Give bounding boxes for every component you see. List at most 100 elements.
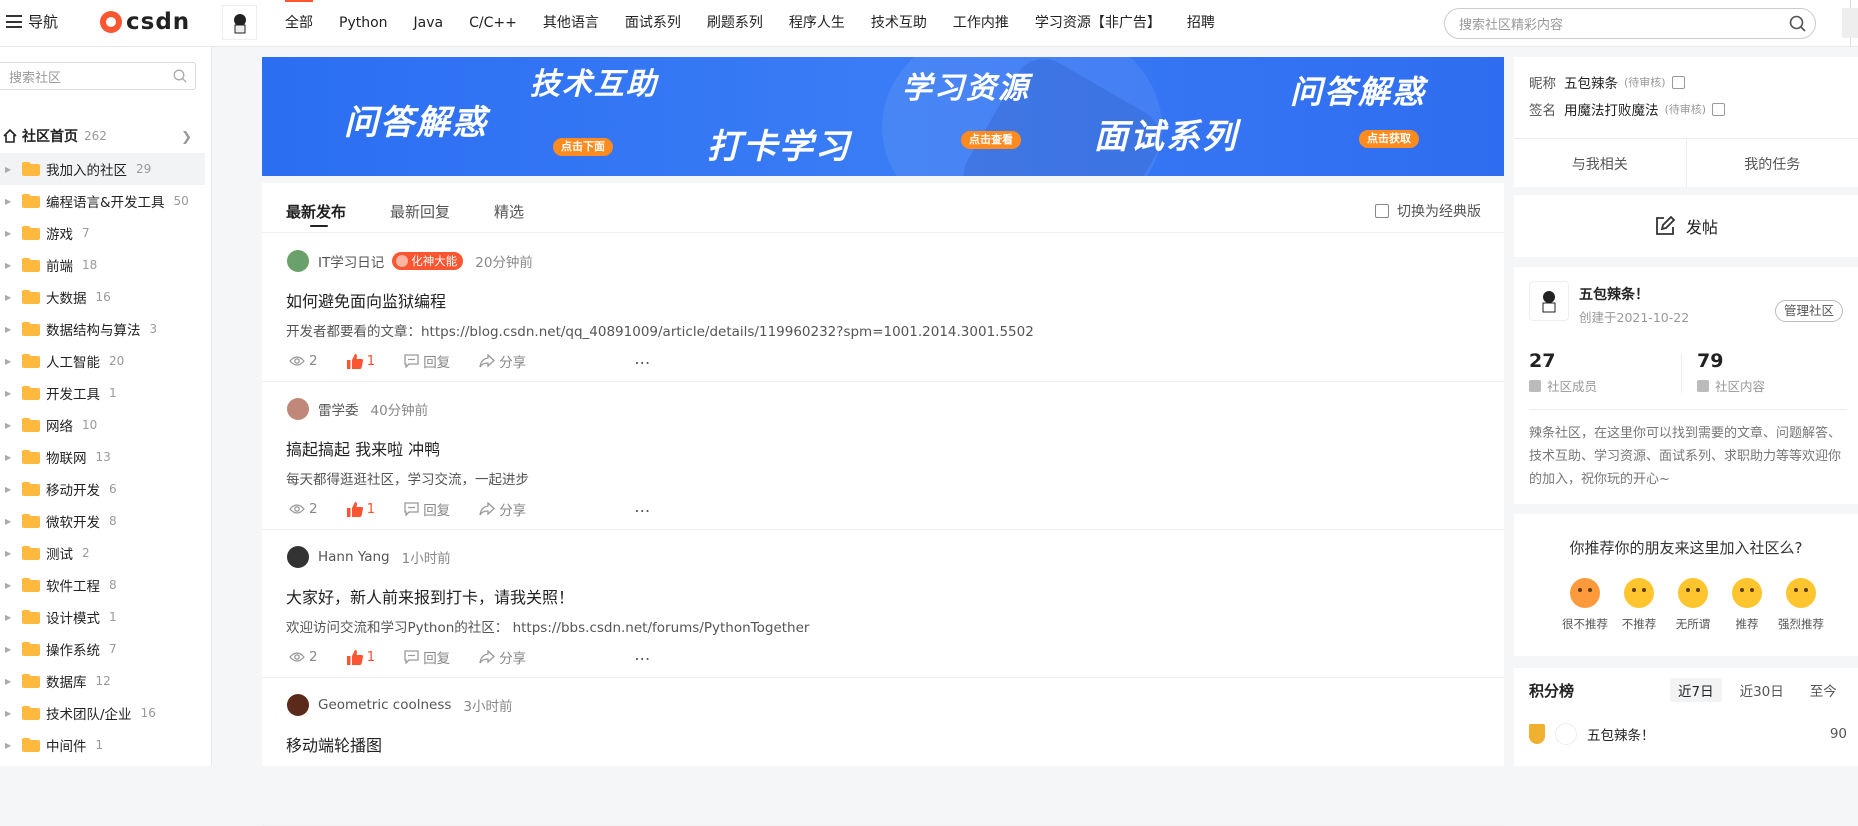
sidebar-item[interactable]: ▶我加入的社区29 [0, 153, 205, 185]
recommend-option[interactable]: 推荐 [1722, 578, 1772, 632]
edit-icon[interactable] [1712, 103, 1725, 116]
post-title[interactable]: 大家好，新人前来报到打卡，请我关照！ [286, 584, 574, 608]
post-item[interactable]: IT学习日记化神大能20分钟前如何避免面向监狱编程开发者都要看的文章：https… [262, 234, 1504, 382]
tab-category-8[interactable]: 技术互助 [871, 0, 927, 46]
sidebar-item[interactable]: ▶数据库12 [0, 665, 205, 697]
chevron-right-icon[interactable]: ❯ [181, 130, 192, 145]
tab-category-3[interactable]: C/C++ [469, 0, 517, 46]
sidebar-item[interactable]: ▶开发工具1 [0, 377, 205, 409]
banner-pill-2[interactable]: 点击查看 [961, 131, 1021, 149]
recommend-option[interactable]: 很不推荐 [1560, 578, 1610, 632]
sidebar-item[interactable]: ▶前端18 [0, 249, 205, 281]
post-item[interactable]: Hann Yang1小时前大家好，新人前来报到打卡，请我关照！欢迎访问交流和学习… [262, 530, 1504, 678]
ranking-row[interactable]: 五包辣条！ 90 [1529, 723, 1847, 745]
post-body[interactable]: 欢迎访问交流和学习Python的社区： https://bbs.csdn.net… [286, 616, 809, 636]
expand-arrow-icon[interactable]: ▶ [5, 517, 15, 526]
expand-arrow-icon[interactable]: ▶ [5, 421, 15, 430]
more-options-icon[interactable]: … [634, 349, 652, 368]
banner-pill-3[interactable]: 点击获取 [1359, 130, 1419, 148]
tab-all-time[interactable]: 至今 [1802, 678, 1845, 702]
search-icon[interactable] [173, 69, 187, 83]
manage-community-button[interactable]: 管理社区 [1775, 300, 1843, 322]
expand-arrow-icon[interactable]: ▶ [5, 165, 15, 174]
edit-icon[interactable] [1672, 76, 1685, 89]
new-post-button[interactable]: 发帖 [1514, 195, 1858, 257]
expand-arrow-icon[interactable]: ▶ [5, 261, 15, 270]
expand-arrow-icon[interactable]: ▶ [5, 357, 15, 366]
sidebar-home[interactable]: 社区首页 262 ❯ [0, 119, 200, 153]
tab-related-to-me[interactable]: 与我相关 [1514, 139, 1686, 188]
tab-category-9[interactable]: 工作内推 [953, 0, 1009, 46]
post-author[interactable]: Hann Yang [318, 549, 390, 565]
expand-arrow-icon[interactable]: ▶ [5, 293, 15, 302]
expand-arrow-icon[interactable]: ▶ [5, 677, 15, 686]
recommend-option[interactable]: 不推荐 [1614, 578, 1664, 632]
expand-arrow-icon[interactable]: ▶ [5, 549, 15, 558]
sidebar-item[interactable]: ▶中间件1 [0, 729, 205, 761]
expand-arrow-icon[interactable]: ▶ [5, 581, 15, 590]
sidebar-item[interactable]: ▶测试2 [0, 537, 205, 569]
community-name[interactable]: 五包辣条！ [1579, 284, 1649, 304]
share-button[interactable]: 分享 [479, 351, 526, 371]
tab-category-10[interactable]: 学习资源【非广告】 [1035, 0, 1161, 46]
expand-arrow-icon[interactable]: ▶ [5, 197, 15, 206]
sidebar-search-input[interactable]: 搜索社区 [0, 62, 196, 90]
tab-category-11[interactable]: 招聘 [1187, 0, 1215, 46]
recommend-option[interactable]: 无所谓 [1668, 578, 1718, 632]
expand-arrow-icon[interactable]: ▶ [5, 453, 15, 462]
reply-button[interactable]: 回复 [404, 647, 450, 667]
sidebar-item[interactable]: ▶编程语言&开发工具50 [0, 185, 205, 217]
post-author[interactable]: 雷学委 [318, 399, 359, 419]
tab-my-tasks[interactable]: 我的任务 [1686, 139, 1858, 188]
expand-arrow-icon[interactable]: ▶ [5, 229, 15, 238]
members-stat[interactable]: 27 社区成员 [1529, 350, 1597, 395]
sidebar-item[interactable]: ▶移动开发6 [0, 473, 205, 505]
avatar[interactable] [287, 546, 309, 568]
reply-button[interactable]: 回复 [404, 351, 450, 371]
like-button[interactable]: 1 [347, 353, 376, 369]
expand-arrow-icon[interactable]: ▶ [5, 613, 15, 622]
recommend-option[interactable]: 强烈推荐 [1776, 578, 1826, 632]
post-title[interactable]: 搞起搞起 我来啦 冲鸭 [286, 436, 440, 460]
tab-latest-reply[interactable]: 最新回复 [390, 201, 450, 222]
post-body[interactable]: 开发者都要看的文章：https://blog.csdn.net/qq_40891… [286, 320, 1034, 340]
sidebar-item[interactable]: ▶网络10 [0, 409, 205, 441]
sidebar-item[interactable]: ▶游戏7 [0, 217, 205, 249]
sidebar-item[interactable]: ▶人工智能20 [0, 345, 205, 377]
like-button[interactable]: 1 [347, 501, 376, 517]
banner-pill-1[interactable]: 点击下面 [553, 138, 613, 156]
post-title[interactable]: 如何避免面向监狱编程 [286, 288, 446, 312]
sidebar-item[interactable]: ▶软件工程8 [0, 569, 205, 601]
expand-arrow-icon[interactable]: ▶ [5, 645, 15, 654]
switch-classic-button[interactable]: 切换为经典版 [1375, 201, 1481, 221]
user-avatar[interactable] [1842, 8, 1858, 38]
tab-latest[interactable]: 最新发布 [286, 201, 346, 222]
share-button[interactable]: 分享 [479, 647, 526, 667]
tab-category-4[interactable]: 其他语言 [543, 0, 599, 46]
more-options-icon[interactable]: … [634, 645, 652, 664]
sidebar-item[interactable]: ▶微软开发8 [0, 505, 205, 537]
tab-30-days[interactable]: 近30日 [1732, 678, 1792, 702]
sidebar-item[interactable]: ▶技术团队/企业16 [0, 697, 205, 729]
share-button[interactable]: 分享 [479, 499, 526, 519]
expand-arrow-icon[interactable]: ▶ [5, 325, 15, 334]
tab-category-5[interactable]: 面试系列 [625, 0, 681, 46]
post-body[interactable]: 每天都得逛逛社区，学习交流，一起进步 [286, 468, 529, 488]
expand-arrow-icon[interactable]: ▶ [5, 389, 15, 398]
post-item[interactable]: Geometric coolness3小时前移动端轮播图 [262, 678, 1504, 826]
post-title[interactable]: 移动端轮播图 [286, 732, 382, 756]
like-button[interactable]: 1 [347, 649, 376, 665]
tab-7-days[interactable]: 近7日 [1670, 678, 1722, 702]
tab-category-7[interactable]: 程序人生 [789, 0, 845, 46]
csdn-logo[interactable]: csdn [100, 9, 190, 35]
nav-menu-button[interactable]: 导航 [6, 11, 58, 32]
tab-featured[interactable]: 精选 [494, 201, 524, 222]
avatar[interactable] [287, 694, 309, 716]
sidebar-item[interactable]: ▶操作系统7 [0, 633, 205, 665]
sidebar-item[interactable]: ▶设计模式1 [0, 601, 205, 633]
sidebar-item[interactable]: ▶数据结构与算法3 [0, 313, 205, 345]
community-search-input[interactable]: 搜索社区精彩内容 [1444, 8, 1816, 39]
tab-category-6[interactable]: 刷题系列 [707, 0, 763, 46]
more-options-icon[interactable]: … [634, 497, 652, 516]
tab-category-2[interactable]: Java [414, 0, 444, 46]
